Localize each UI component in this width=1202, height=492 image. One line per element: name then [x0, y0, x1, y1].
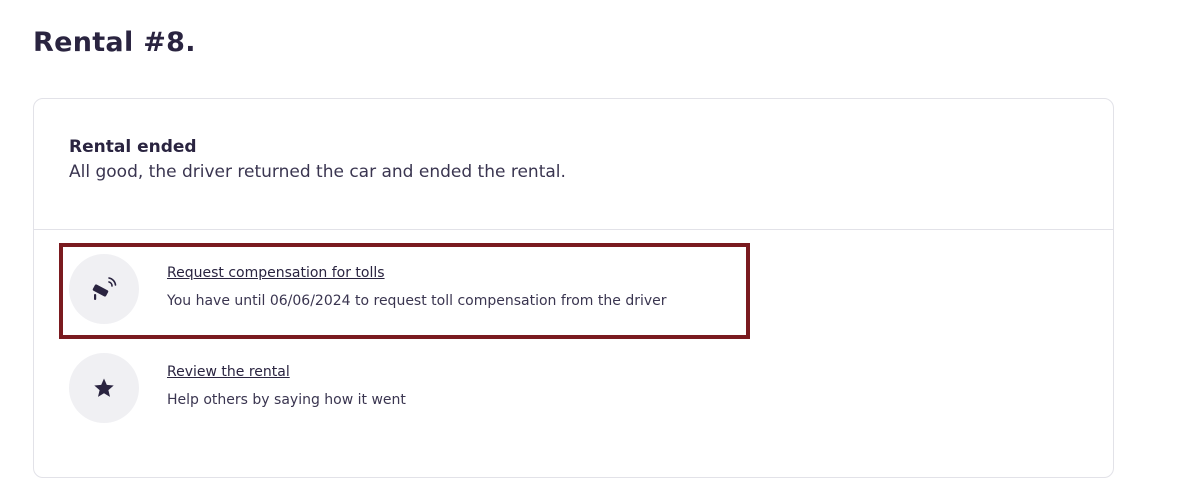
- status-title: Rental ended: [69, 137, 197, 157]
- page-title: Rental #8.: [33, 27, 196, 58]
- review-rental-description: Help others by saying how it went: [167, 392, 406, 408]
- action-item-toll-compensation[interactable]: Request compensation for tolls You have …: [69, 254, 749, 324]
- action-item-review[interactable]: Review the rental Help others by saying …: [69, 353, 749, 423]
- status-section: Rental ended All good, the driver return…: [34, 99, 1113, 230]
- request-toll-compensation-link[interactable]: Request compensation for tolls: [167, 265, 385, 281]
- status-description: All good, the driver returned the car an…: [69, 162, 566, 182]
- review-rental-link[interactable]: Review the rental: [167, 364, 290, 380]
- rental-status-card: Rental ended All good, the driver return…: [33, 98, 1114, 478]
- toll-compensation-deadline-text: You have until 06/06/2024 to request tol…: [167, 293, 667, 309]
- star-icon: [69, 353, 139, 423]
- toll-camera-icon: [69, 254, 139, 324]
